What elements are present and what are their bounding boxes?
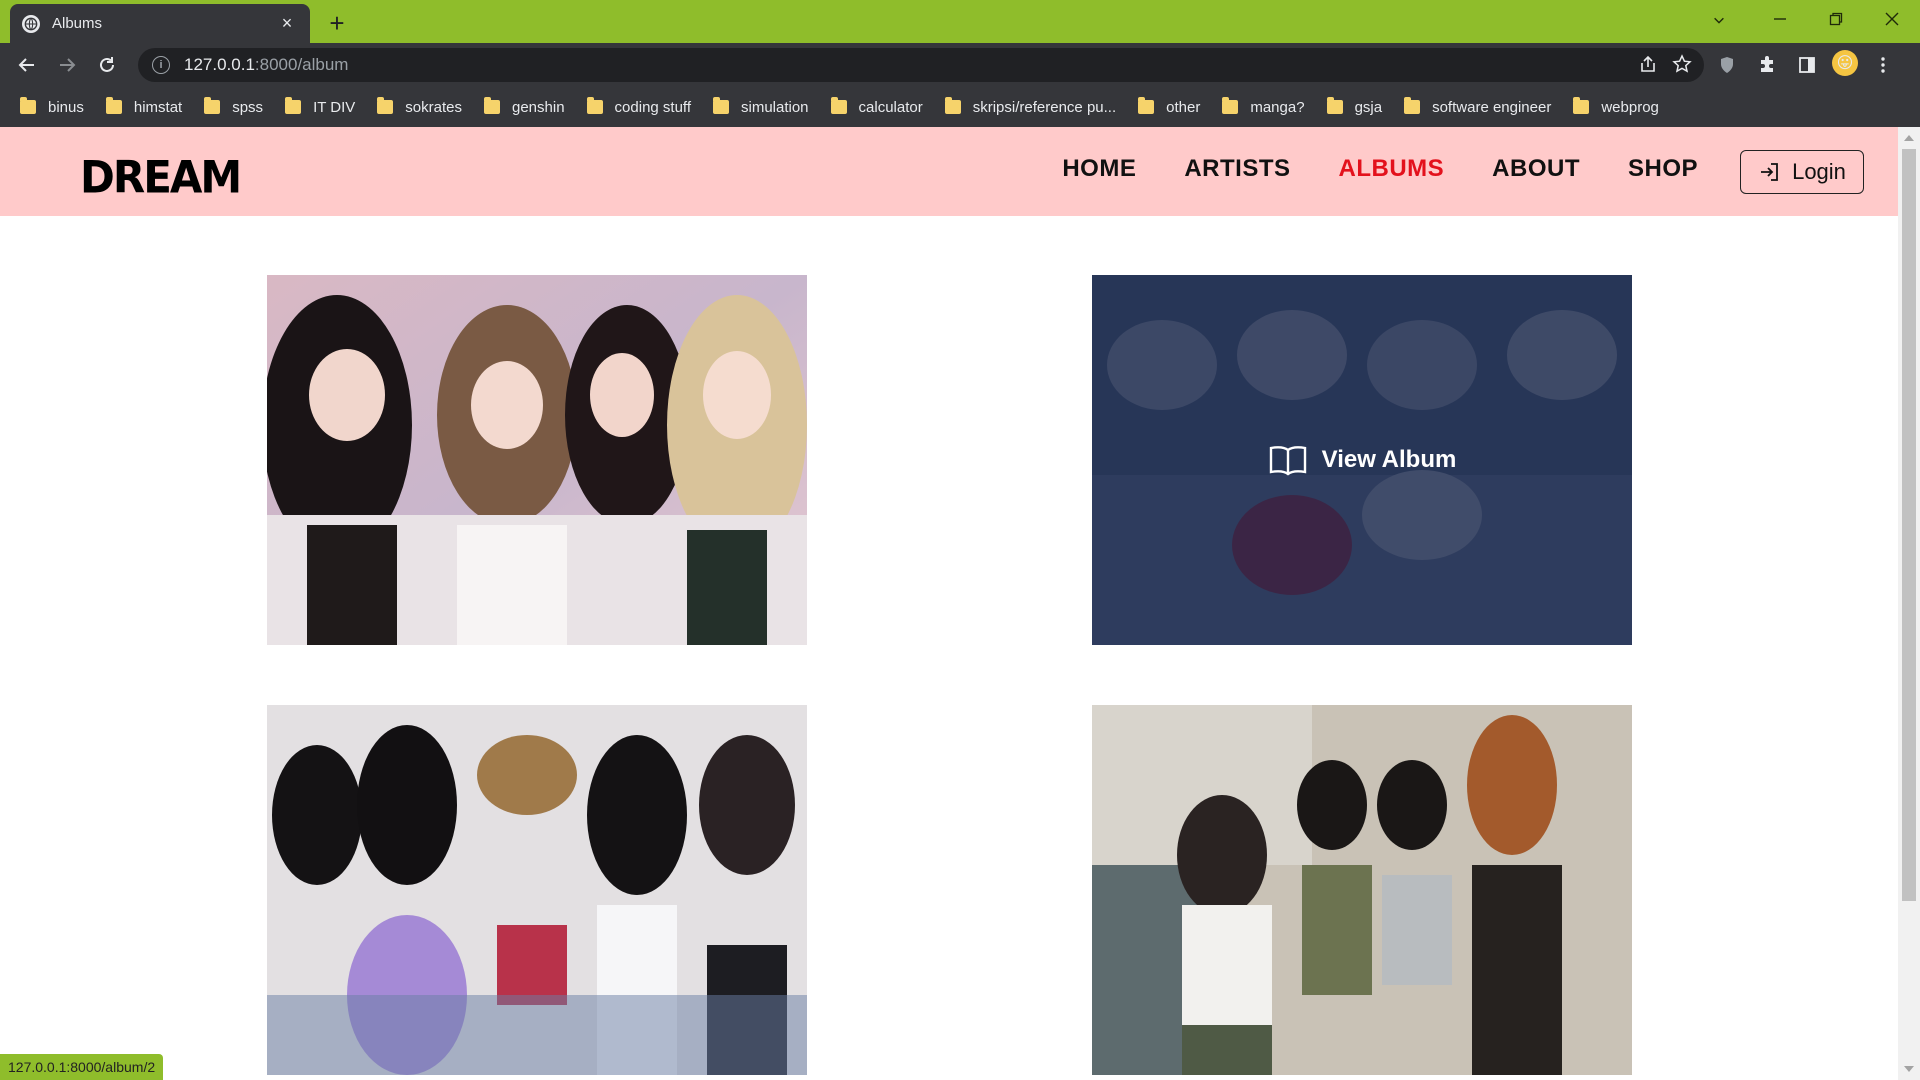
bookmark-label: coding stuff — [614, 98, 691, 116]
album-cover-image — [1092, 705, 1632, 1075]
bookmark-label: webprog — [1601, 98, 1659, 116]
globe-icon — [22, 14, 40, 33]
share-icon[interactable] — [1638, 54, 1658, 79]
tab-title: Albums — [52, 15, 103, 32]
bookmark-folder[interactable]: gsja — [1326, 97, 1383, 116]
bookmark-folder[interactable]: binus — [20, 97, 84, 116]
profile-avatar-icon[interactable]: 😛 — [1832, 50, 1858, 76]
folder-icon — [586, 97, 603, 114]
folder-icon — [20, 97, 36, 114]
window-controls — [1752, 0, 1920, 38]
folder-icon — [1222, 97, 1239, 114]
status-url-bar: 127.0.0.1:8000/album/2 — [0, 1054, 164, 1080]
view-album-label: View Album — [1321, 446, 1457, 473]
login-button[interactable]: Login — [1740, 150, 1864, 194]
nav-home[interactable]: HOME — [1062, 155, 1136, 183]
bookmark-folder[interactable]: sokrates — [377, 97, 462, 116]
bookmark-label: calculator — [858, 98, 923, 116]
scroll-down-icon[interactable] — [1904, 1066, 1914, 1072]
page-viewport: DREAM HOME ARTISTS ALBUMS ABOUT SHOP Log… — [0, 127, 1898, 1080]
folder-icon — [377, 97, 394, 114]
bookmark-label: spss — [232, 98, 264, 116]
bookmark-folder[interactable]: genshin — [484, 97, 565, 116]
close-window-icon[interactable] — [1864, 0, 1920, 38]
reload-icon[interactable] — [92, 50, 122, 80]
address-bar[interactable]: i 127.0.0.1:8000/album — [138, 48, 1704, 82]
browser-titlebar: Albums × + — [0, 0, 1920, 43]
bookmark-label: other — [1166, 98, 1201, 116]
main-nav: HOME ARTISTS ALBUMS ABOUT SHOP — [1062, 155, 1698, 183]
browser-toolbar: i 127.0.0.1:8000/album 😛 — [0, 43, 1920, 87]
bookmarks-bar: binus himstat spss IT DIV sokrates gensh… — [0, 87, 1920, 127]
nav-artists[interactable]: ARTISTS — [1184, 155, 1290, 183]
site-logo[interactable]: DREAM — [80, 152, 242, 203]
page-scrollbar[interactable] — [1898, 127, 1920, 1080]
bookmark-folder[interactable]: spss — [204, 97, 264, 116]
bookmark-folder[interactable]: coding stuff — [586, 97, 691, 116]
forward-icon[interactable] — [52, 50, 82, 80]
bookmark-star-icon[interactable] — [1672, 54, 1692, 79]
shield-icon[interactable] — [1712, 50, 1742, 80]
nav-albums[interactable]: ALBUMS — [1339, 155, 1445, 183]
bookmark-folder[interactable]: calculator — [830, 97, 923, 116]
bookmark-folder[interactable]: webprog — [1573, 97, 1659, 116]
extensions-icon[interactable] — [1752, 50, 1782, 80]
folder-icon — [1138, 97, 1155, 114]
album-cover-image — [267, 705, 807, 1075]
folder-icon — [944, 97, 961, 114]
album-cover-image — [267, 275, 807, 645]
new-tab-button[interactable]: + — [322, 8, 352, 38]
bookmark-label: binus — [48, 98, 84, 116]
scrollbar-thumb[interactable] — [1902, 149, 1916, 901]
chevron-down-icon[interactable] — [1698, 8, 1740, 32]
folder-icon — [484, 97, 500, 114]
minimize-icon[interactable] — [1752, 0, 1808, 38]
bookmark-folder[interactable]: software engineer — [1404, 97, 1552, 116]
bookmark-folder[interactable]: skripsi/reference pu... — [944, 97, 1117, 116]
browser-tab[interactable]: Albums × — [10, 4, 310, 43]
side-panel-icon[interactable] — [1792, 50, 1822, 80]
back-icon[interactable] — [12, 50, 42, 80]
view-album-overlay[interactable]: View Album — [1092, 275, 1632, 645]
bookmark-folder[interactable]: manga? — [1222, 97, 1305, 116]
bookmark-label: sokrates — [405, 98, 462, 116]
open-book-icon — [1269, 446, 1306, 476]
menu-kebab-icon[interactable] — [1868, 50, 1898, 80]
login-icon — [1761, 163, 1778, 181]
nav-about[interactable]: ABOUT — [1492, 155, 1580, 183]
bookmark-folder[interactable]: other — [1138, 97, 1201, 116]
album-card[interactable] — [267, 705, 807, 1075]
login-label: Login — [1792, 159, 1846, 184]
bookmark-folder[interactable]: simulation — [713, 97, 809, 116]
restore-icon[interactable] — [1808, 0, 1864, 38]
folder-icon — [830, 97, 847, 114]
folder-icon — [1326, 97, 1343, 114]
bookmark-label: manga? — [1250, 98, 1305, 116]
url-host: 127.0.0.1 — [184, 55, 255, 74]
folder-icon — [713, 97, 729, 114]
bookmark-folder[interactable]: himstat — [105, 97, 183, 116]
album-card[interactable] — [1092, 705, 1632, 1075]
bookmark-label: gsja — [1354, 98, 1383, 116]
bookmark-label: simulation — [741, 98, 809, 116]
bookmark-folder[interactable]: IT DIV — [285, 97, 356, 116]
close-tab-icon[interactable]: × — [276, 13, 298, 35]
url-path: :8000/album — [254, 55, 349, 74]
bookmark-label: software engineer — [1432, 98, 1552, 116]
folder-icon — [105, 97, 122, 114]
bookmark-label: IT DIV — [313, 98, 356, 116]
site-header: DREAM HOME ARTISTS ALBUMS ABOUT SHOP Log… — [0, 127, 1898, 216]
folder-icon — [285, 97, 302, 114]
folder-icon — [1573, 97, 1590, 114]
album-card[interactable]: View Album — [1092, 275, 1632, 645]
album-card[interactable] — [267, 275, 807, 645]
bookmark-label: himstat — [133, 98, 183, 116]
scroll-up-icon[interactable] — [1904, 135, 1914, 141]
folder-icon — [204, 97, 221, 114]
folder-icon — [1404, 97, 1421, 114]
nav-shop[interactable]: SHOP — [1628, 155, 1698, 183]
bookmark-label: genshin — [512, 98, 565, 116]
info-icon[interactable]: i — [152, 56, 170, 74]
bookmark-label: skripsi/reference pu... — [972, 98, 1117, 116]
